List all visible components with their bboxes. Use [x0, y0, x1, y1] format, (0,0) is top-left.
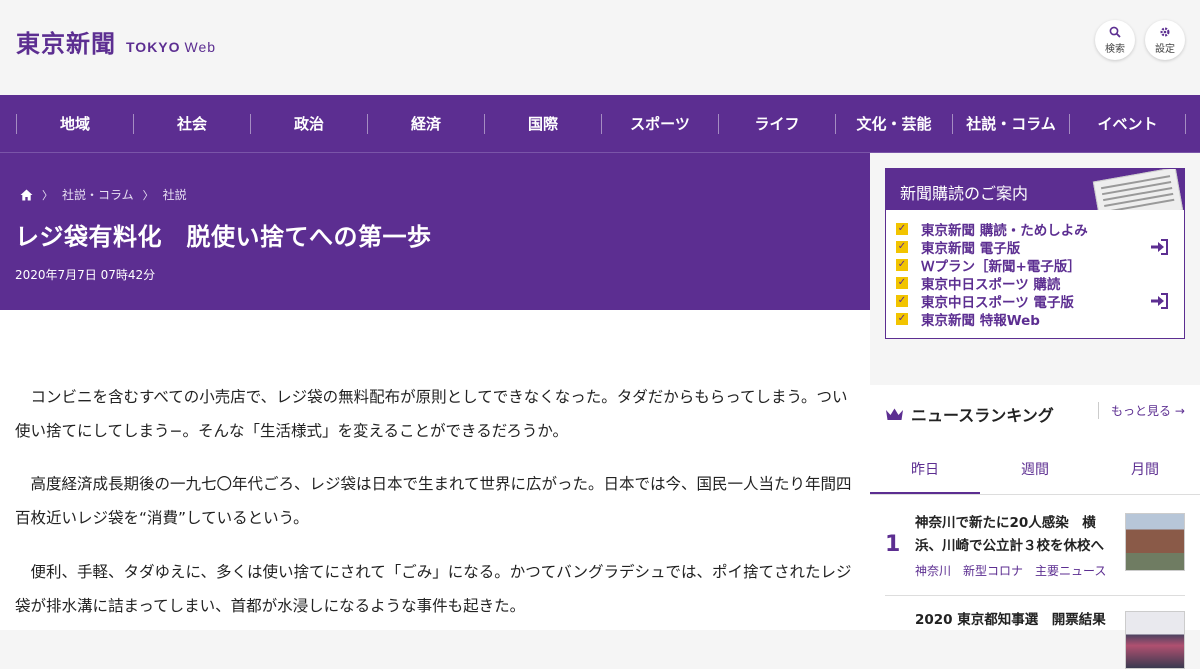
ranking-item-tags: 神奈川 新型コロナ 主要ニュース	[915, 562, 1118, 579]
check-icon: ✓	[896, 277, 908, 289]
check-icon: ✓	[896, 295, 908, 307]
gear-icon	[1160, 26, 1170, 37]
breadcrumb-editorial-column[interactable]: 社説・コラム	[62, 186, 134, 203]
home-icon[interactable]	[20, 189, 33, 201]
tab-weekly[interactable]: 週間	[980, 447, 1090, 494]
tag[interactable]: 神奈川	[915, 562, 951, 579]
newspaper-image	[1092, 169, 1184, 210]
logo-japanese: 東京新聞	[16, 29, 116, 58]
nav-item-sports[interactable]: スポーツ	[601, 114, 718, 134]
ranking-item-title: 神奈川で新たに20人感染 横浜、川崎で公立計３校を休校へ	[915, 515, 1104, 554]
tag[interactable]: 新型コロナ	[963, 562, 1023, 579]
subscription-item[interactable]: ✓ 東京新聞 特報Web	[886, 310, 1184, 329]
ranking-heading: ニュースランキング	[885, 402, 1054, 426]
article-title: レジ袋有料化 脱使い捨てへの第一歩	[15, 223, 432, 251]
login-icon[interactable]	[1150, 239, 1168, 255]
tag[interactable]: 主要ニュース	[1035, 562, 1106, 579]
crown-icon	[886, 408, 903, 420]
nav-item-politics[interactable]: 政治	[250, 114, 367, 134]
check-icon: ✓	[896, 259, 908, 271]
news-ranking: ニュースランキング もっと見る → 昨日 週間 月間 1 神奈川で新たに20人感…	[870, 385, 1200, 669]
nav-item-events[interactable]: イベント	[1069, 114, 1186, 134]
article-body: コンビニを含むすべての小売店で、レジ袋の無料配布が原則としてできなくなった。タダ…	[0, 310, 870, 630]
article-date: 2020年7月7日 07時42分	[15, 268, 156, 282]
breadcrumb-editorial[interactable]: 社説	[163, 186, 187, 203]
nav-item-life[interactable]: ライフ	[718, 114, 835, 134]
nav-item-society[interactable]: 社会	[133, 114, 250, 134]
ranking-item-thumbnail	[1125, 611, 1185, 669]
nav-item-region[interactable]: 地域	[16, 114, 133, 134]
ranking-tabs: 昨日 週間 月間	[870, 447, 1200, 495]
logo-web: Web	[184, 39, 217, 55]
breadcrumb: 〉 社説・コラム 〉 社説	[20, 186, 187, 203]
logo-english: TOKYO Web	[126, 39, 217, 55]
ranking-item-thumbnail	[1125, 513, 1185, 571]
article-header: 〉 社説・コラム 〉 社説 レジ袋有料化 脱使い捨てへの第一歩 2020年7月7…	[0, 153, 870, 310]
site-logo[interactable]: 東京新聞 TOKYO Web	[16, 24, 216, 59]
subscription-item[interactable]: ✓ Ｗプラン［新聞+電子版］	[886, 256, 1184, 275]
article-paragraph: 便利、手軽、タダゆえに、多くは使い捨てにされて「ごみ」になる。かつてバングラデシ…	[15, 563, 852, 615]
settings-label: 設定	[1155, 43, 1175, 55]
article-paragraph: コンビニを含むすべての小売店で、レジ袋の無料配布が原則としてできなくなった。タダ…	[15, 388, 848, 440]
check-icon: ✓	[896, 313, 908, 325]
nav-item-economy[interactable]: 経済	[367, 114, 484, 134]
breadcrumb-separator-icon: 〉	[142, 188, 154, 202]
tab-yesterday[interactable]: 昨日	[870, 447, 980, 494]
subscription-item[interactable]: ✓ 東京新聞 購読・ためしよみ	[886, 220, 1184, 239]
subscription-item[interactable]: ✓ 東京中日スポーツ 電子版	[886, 292, 1184, 311]
settings-button[interactable]: 設定	[1145, 20, 1185, 60]
ranking-more-link[interactable]: もっと見る →	[1098, 402, 1185, 419]
arrow-right-icon: →	[1174, 404, 1185, 418]
sidebar: 新聞購読のご案内 ✓ 東京新聞 購読・ためしよみ ✓ 東京新聞 電子版 ✓ Ｗプラン［…	[870, 153, 1200, 669]
tab-monthly[interactable]: 月間	[1090, 447, 1200, 494]
divider	[885, 595, 1185, 596]
search-label: 検索	[1105, 43, 1125, 55]
nav-item-culture[interactable]: 文化・芸能	[835, 114, 952, 134]
subscription-item[interactable]: ✓ 東京中日スポーツ 購読	[886, 274, 1184, 293]
global-nav: 地域 社会 政治 経済 国際 スポーツ ライフ 文化・芸能 社説・コラム イベン…	[0, 95, 1200, 153]
search-button[interactable]: 検索	[1095, 20, 1135, 60]
ranking-item-title: 2020 東京都知事選 開票結果	[915, 612, 1106, 628]
article-paragraph: 高度経済成長期後の一九七〇年代ごろ、レジ袋は日本で生まれて世界に広がった。日本で…	[15, 475, 852, 527]
check-icon: ✓	[896, 223, 908, 235]
subscription-item[interactable]: ✓ 東京新聞 電子版	[886, 238, 1184, 257]
site-header: 東京新聞 TOKYO Web 検索 設定	[0, 0, 1200, 95]
login-icon[interactable]	[1150, 293, 1168, 309]
check-icon: ✓	[896, 241, 908, 253]
rank-number: 1	[885, 532, 901, 557]
subscription-box: 新聞購読のご案内 ✓ 東京新聞 購読・ためしよみ ✓ 東京新聞 電子版 ✓ Ｗプラン［…	[885, 168, 1185, 339]
nav-item-international[interactable]: 国際	[484, 114, 601, 134]
subscription-list: ✓ 東京新聞 購読・ためしよみ ✓ 東京新聞 電子版 ✓ Ｗプラン［新聞+電子版］ ✓…	[886, 210, 1184, 329]
nav-item-editorial[interactable]: 社説・コラム	[952, 114, 1069, 134]
breadcrumb-separator-icon: 〉	[42, 188, 53, 202]
subscription-heading: 新聞購読のご案内	[886, 169, 1184, 210]
search-icon	[1109, 26, 1121, 38]
